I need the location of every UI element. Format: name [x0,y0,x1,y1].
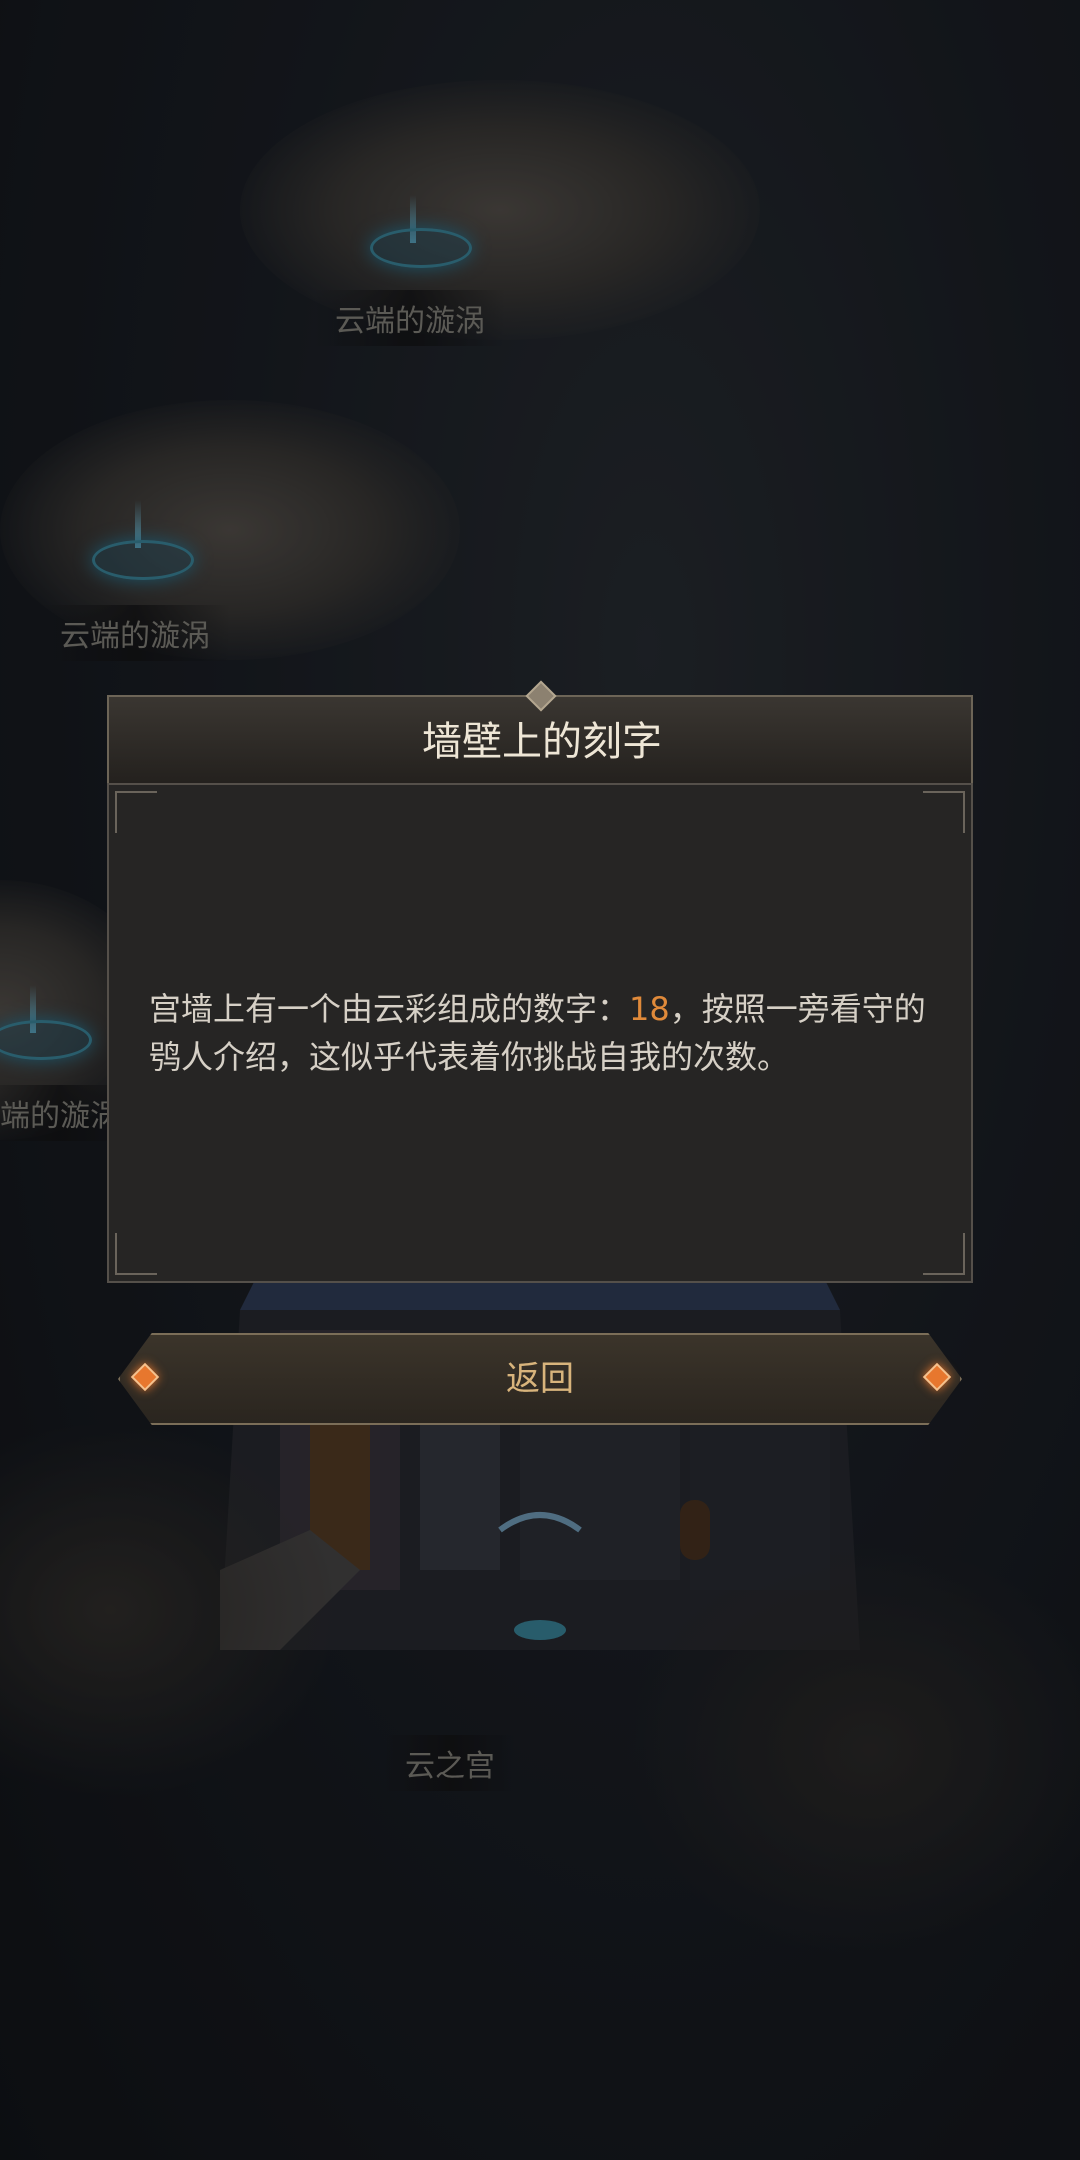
corner-ornament-icon [115,1233,157,1275]
back-button[interactable]: 返回 [118,1333,962,1425]
corner-ornament-icon [923,791,965,833]
back-button-label: 返回 [506,1359,574,1399]
message-text-before: 宫墙上有一个由云彩组成的数字： [149,990,630,1028]
dialog-message: 宫墙上有一个由云彩组成的数字：18，按照一旁看守的鸮人介绍，这似乎代表着你挑战自… [149,985,949,1081]
challenge-count: 18 [629,990,670,1028]
corner-ornament-icon [115,791,157,833]
dialog-body: 宫墙上有一个由云彩组成的数字：18，按照一旁看守的鸮人介绍，这似乎代表着你挑战自… [107,783,973,1283]
inscription-dialog: 墙壁上的刻字 宫墙上有一个由云彩组成的数字：18，按照一旁看守的鸮人介绍，这似乎… [107,680,973,1283]
corner-ornament-icon [923,1233,965,1275]
